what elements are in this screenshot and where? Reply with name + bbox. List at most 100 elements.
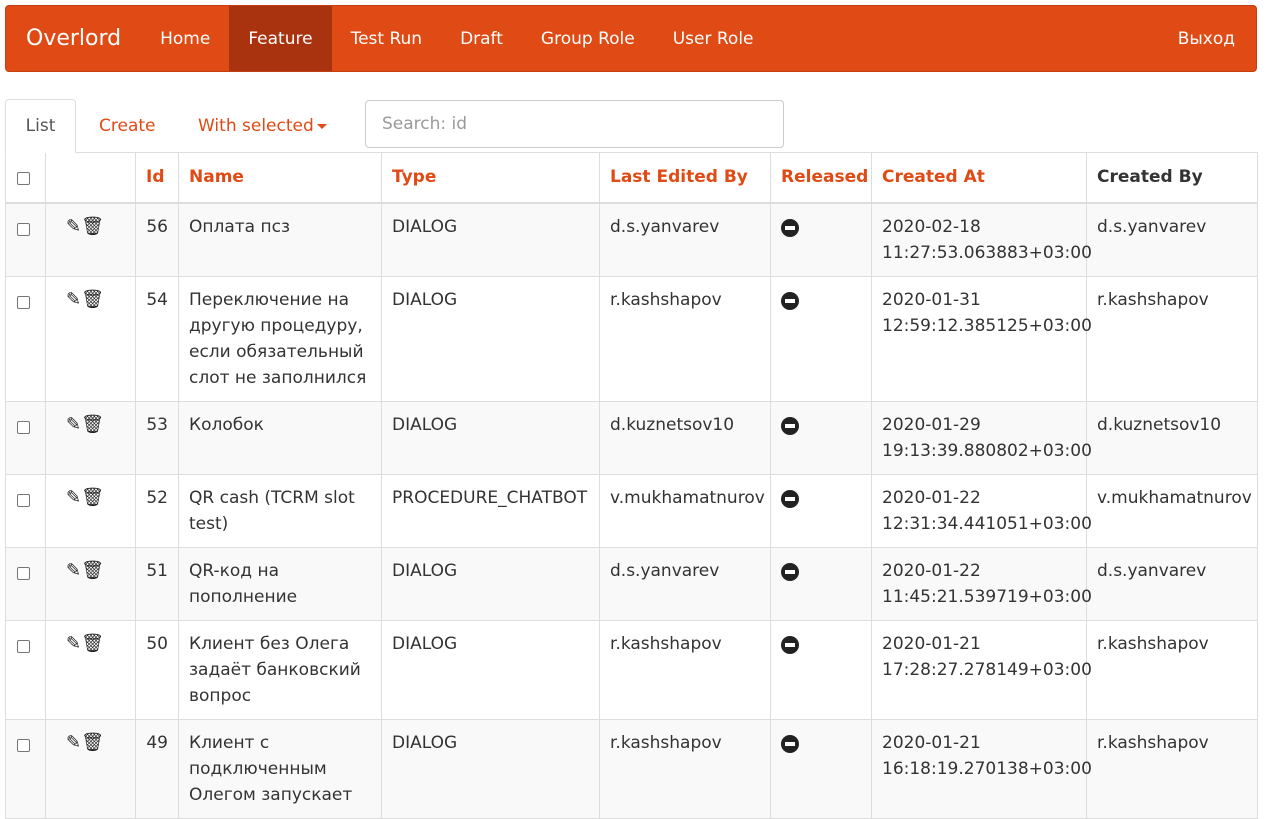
- row-checkbox[interactable]: [17, 420, 30, 434]
- row-checkbox[interactable]: [17, 222, 30, 236]
- tab-create[interactable]: Create: [99, 99, 156, 153]
- top-navbar: Overlord Home Feature Test Run Draft Gro…: [5, 5, 1257, 72]
- caret-down-icon: [316, 123, 327, 129]
- search-input[interactable]: [365, 100, 784, 148]
- cell-created-at: 2020-01-31 12:59:12.385125+03:00: [871, 275, 1092, 402]
- cell-type: PROCEDURE_CHATBOT: [381, 473, 600, 548]
- nav-group-role[interactable]: Group Role: [522, 6, 654, 71]
- minus-circle-icon: [781, 416, 799, 435]
- column-header-released[interactable]: Released: [770, 152, 872, 204]
- row-actions: ✎🗑: [45, 718, 136, 819]
- table-row: ✎🗑 52 QR cash (TCRM slot test) PROCEDURE_CH…: [5, 473, 1258, 548]
- cell-type: DIALOG: [381, 546, 600, 621]
- table-row: ✎🗑 50 Клиент без Олега задаёт банковский в…: [5, 619, 1258, 720]
- cell-created-by: d.s.yanvarev: [1086, 202, 1258, 277]
- select-all-checkbox[interactable]: [17, 172, 30, 185]
- row-checkbox-cell: [5, 400, 46, 475]
- cell-created-by: v.mukhamatnurov: [1086, 473, 1258, 548]
- cell-last-edited-by: v.mukhamatnurov: [599, 473, 771, 548]
- with-selected-dropdown[interactable]: With selected: [198, 99, 327, 153]
- row-checkbox-cell: [5, 619, 46, 720]
- cell-type: DIALOG: [381, 718, 600, 819]
- row-actions: ✎🗑: [45, 202, 136, 277]
- nav-user-role[interactable]: User Role: [654, 6, 773, 71]
- minus-circle-icon: [781, 218, 799, 237]
- row-checkbox-cell: [5, 473, 46, 548]
- table-header-row: Id Name Type Last Edited By Released Cre…: [5, 152, 1258, 204]
- pencil-icon[interactable]: ✎: [66, 487, 81, 508]
- cell-created-at: 2020-01-22 11:45:21.539719+03:00: [871, 546, 1092, 621]
- cell-type: DIALOG: [381, 275, 600, 402]
- cell-last-edited-by: r.kashshapov: [599, 619, 771, 720]
- nav-feature[interactable]: Feature: [229, 6, 332, 71]
- trash-icon[interactable]: 🗑: [81, 216, 104, 237]
- row-actions: ✎🗑: [45, 275, 136, 402]
- row-checkbox-cell: [5, 275, 46, 402]
- pencil-icon[interactable]: ✎: [66, 732, 81, 753]
- column-header-last-edited-by[interactable]: Last Edited By: [599, 152, 771, 204]
- trash-icon[interactable]: 🗑: [81, 414, 104, 435]
- toolbar: List Create With selected: [5, 99, 1257, 153]
- select-all-checkbox-cell: [5, 152, 46, 204]
- trash-icon[interactable]: 🗑: [81, 732, 104, 753]
- cell-name: Колобок: [178, 400, 382, 475]
- pencil-icon[interactable]: ✎: [66, 414, 81, 435]
- with-selected-label: With selected: [198, 116, 314, 136]
- cell-created-by: r.kashshapov: [1086, 275, 1258, 402]
- table-row: ✎🗑 56 Оплата псз DIALOG d.s.yanvarev 2020-02-…: [5, 202, 1258, 277]
- table-row: ✎🗑 49 Клиент с подключенным Олегом запуска…: [5, 718, 1258, 819]
- actions-header: [45, 152, 136, 204]
- pencil-icon[interactable]: ✎: [66, 216, 81, 237]
- cell-name: Клиент без Олега задаёт банковский вопро…: [178, 619, 382, 720]
- cell-type: DIALOG: [381, 202, 600, 277]
- cell-created-at: 2020-02-18 11:27:53.063883+03:00: [871, 202, 1092, 277]
- cell-created-by: d.kuznetsov10: [1086, 400, 1258, 475]
- pencil-icon[interactable]: ✎: [66, 633, 81, 654]
- cell-created-by: r.kashshapov: [1086, 619, 1258, 720]
- row-actions: ✎🗑: [45, 546, 136, 621]
- cell-last-edited-by: r.kashshapov: [599, 275, 771, 402]
- row-checkbox-cell: [5, 546, 46, 621]
- trash-icon[interactable]: 🗑: [81, 487, 104, 508]
- pencil-icon[interactable]: ✎: [66, 560, 81, 581]
- trash-icon[interactable]: 🗑: [81, 289, 104, 310]
- cell-last-edited-by: r.kashshapov: [599, 718, 771, 819]
- column-header-id[interactable]: Id: [135, 152, 179, 204]
- row-checkbox[interactable]: [17, 738, 30, 752]
- row-checkbox[interactable]: [17, 493, 30, 507]
- cell-last-edited-by: d.s.yanvarev: [599, 202, 771, 277]
- cell-id: 49: [135, 718, 179, 819]
- brand-logo[interactable]: Overlord: [26, 26, 121, 51]
- cell-id: 51: [135, 546, 179, 621]
- pencil-icon[interactable]: ✎: [66, 289, 81, 310]
- cell-name: Клиент с подключенным Олегом запускает: [178, 718, 382, 819]
- trash-icon[interactable]: 🗑: [81, 560, 104, 581]
- cell-released: [770, 718, 872, 819]
- row-checkbox[interactable]: [17, 295, 30, 309]
- column-header-type[interactable]: Type: [381, 152, 600, 204]
- cell-id: 53: [135, 400, 179, 475]
- table-row: ✎🗑 51 QR-код на пополнение DIALOG d.s.yanvar…: [5, 546, 1258, 621]
- trash-icon[interactable]: 🗑: [81, 633, 104, 654]
- cell-created-by: d.s.yanvarev: [1086, 546, 1258, 621]
- tab-list[interactable]: List: [5, 99, 76, 153]
- cell-name: QR cash (TCRM slot test): [178, 473, 382, 548]
- logout-link[interactable]: Выход: [1159, 6, 1256, 71]
- nav-test-run[interactable]: Test Run: [332, 6, 441, 71]
- cell-name: Оплата псз: [178, 202, 382, 277]
- row-checkbox[interactable]: [17, 566, 30, 580]
- row-actions: ✎🗑: [45, 619, 136, 720]
- minus-circle-icon: [781, 489, 799, 508]
- row-checkbox-cell: [5, 718, 46, 819]
- minus-circle-icon: [781, 734, 799, 753]
- feature-table: Id Name Type Last Edited By Released Cre…: [5, 152, 1258, 819]
- column-header-name[interactable]: Name: [178, 152, 382, 204]
- cell-released: [770, 619, 872, 720]
- column-header-created-at[interactable]: Created At: [871, 152, 1087, 204]
- nav-home[interactable]: Home: [141, 6, 229, 71]
- minus-circle-icon: [781, 635, 799, 654]
- table-row: ✎🗑 54 Переключение на другую процедуру, ес…: [5, 275, 1258, 402]
- nav-draft[interactable]: Draft: [441, 6, 522, 71]
- row-checkbox[interactable]: [17, 639, 30, 653]
- row-actions: ✎🗑: [45, 400, 136, 475]
